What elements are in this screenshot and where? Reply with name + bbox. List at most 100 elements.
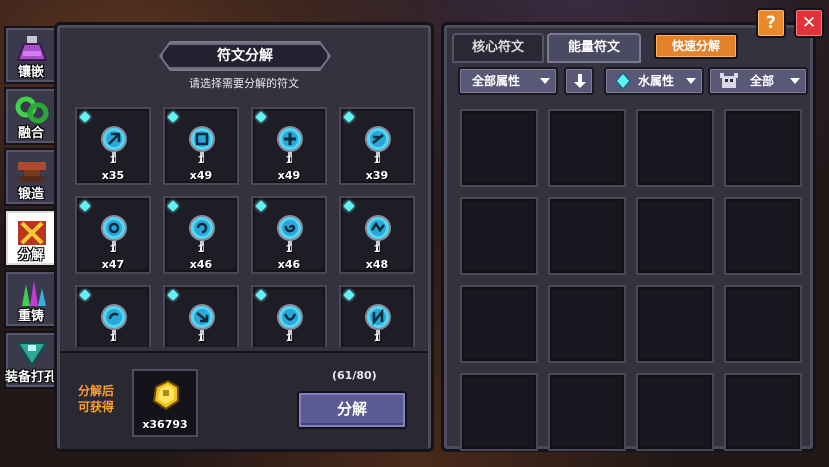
rune-slot[interactable]: 1 x48: [339, 196, 415, 274]
rune-qty: x49: [277, 169, 301, 182]
rune-level: 1: [197, 244, 205, 255]
nav-label: 重铸: [17, 309, 44, 324]
yield-label: 分解后 可获得: [74, 383, 118, 415]
nav-item-socket[interactable]: 装备打孔: [4, 331, 58, 389]
water-gem-icon: [79, 111, 91, 123]
selection-count: (61/80): [332, 369, 377, 382]
inventory-slot[interactable]: [636, 285, 714, 363]
inventory-slot[interactable]: [636, 109, 714, 187]
rune-qty: x47: [101, 258, 125, 271]
rune-slot[interactable]: 1: [163, 285, 239, 347]
rune-slot[interactable]: 1 x46: [251, 196, 327, 274]
rune-qty: x48: [365, 258, 389, 271]
nav-item-inlay[interactable]: 镶嵌: [4, 26, 58, 84]
tab-energy-runes[interactable]: 能量符文: [547, 33, 641, 63]
sort-button[interactable]: [564, 67, 594, 95]
inventory-slot[interactable]: [548, 109, 626, 187]
water-gem-icon: [255, 111, 267, 123]
rune-level: 1: [285, 155, 293, 166]
inventory-slot[interactable]: [460, 197, 538, 275]
inventory-slot[interactable]: [724, 197, 802, 275]
rune-qty: x39: [365, 169, 389, 182]
rune-slot[interactable]: 1 x47: [75, 196, 151, 274]
water-gem-icon: [79, 200, 91, 212]
fusion-rings-icon: [15, 96, 49, 124]
rune-level: 1: [197, 333, 205, 344]
drill-icon: [16, 342, 48, 367]
yield-item-slot[interactable]: x36793: [132, 369, 198, 437]
nav-label: 分解: [17, 248, 44, 263]
nav-label: 装备打孔: [4, 370, 57, 385]
water-gem-icon: [343, 200, 355, 212]
decompose-panel: 符文分解 请选择需要分解的符文 1 x35 1 x49 1 x49 1 x39 1 x47 1 x46…: [54, 22, 434, 452]
rune-qty: x46: [189, 258, 213, 271]
nav-item-decompose[interactable]: 分解: [4, 209, 58, 267]
recast-crystals-icon: [22, 280, 46, 306]
chevron-down-icon: [686, 78, 696, 84]
rune-grid[interactable]: 1 x35 1 x49 1 x49 1 x39 1 x47 1 x46 1 x46 1 x48 1 1 1 1: [65, 97, 425, 347]
attribute-filter-dropdown[interactable]: 全部属性: [458, 67, 558, 95]
close-button[interactable]: ✕: [794, 8, 824, 38]
inventory-slot[interactable]: [636, 373, 714, 451]
rune-slot[interactable]: 1 x49: [163, 107, 239, 185]
nav-label: 锻造: [17, 187, 44, 202]
help-button[interactable]: ?: [756, 8, 786, 38]
nav-item-forge[interactable]: 锻造: [4, 148, 58, 206]
water-gem-icon: [615, 72, 631, 90]
page-title: 符文分解: [161, 43, 329, 69]
rune-level: 1: [197, 155, 205, 166]
gold-crystal-icon: [152, 379, 179, 411]
attribute-filter-value: 全部属性: [472, 74, 521, 88]
yield-bar: 分解后 可获得 x36793 (61/80) 分解: [60, 351, 428, 449]
rune-qty: x49: [189, 169, 213, 182]
yield-label-line1: 分解后: [77, 384, 114, 398]
inventory-slot[interactable]: [460, 285, 538, 363]
rune-slot[interactable]: 1 x35: [75, 107, 151, 185]
rune-level: 1: [373, 244, 381, 255]
rune-level: 1: [285, 244, 293, 255]
water-gem-icon: [167, 111, 179, 123]
rune-level: 1: [109, 155, 117, 166]
rune-slot[interactable]: 1: [339, 285, 415, 347]
inventory-slot[interactable]: [636, 197, 714, 275]
water-gem-icon: [343, 289, 355, 301]
arrow-down-icon: [574, 74, 586, 88]
yield-label-line2: 可获得: [77, 400, 114, 414]
quick-decompose-button[interactable]: 快速分解: [654, 33, 738, 59]
nav-label: 镶嵌: [17, 65, 44, 80]
rune-inventory-panel: 核心符文 能量符文 快速分解 全部属性 水属性 全部: [441, 22, 816, 452]
water-gem-icon: [255, 200, 267, 212]
nav-item-recast[interactable]: 重铸: [4, 270, 58, 328]
rune-qty: x46: [277, 258, 301, 271]
inventory-slot[interactable]: [724, 285, 802, 363]
inventory-slot[interactable]: [548, 197, 626, 275]
flask-icon: [16, 36, 48, 61]
element-filter-dropdown[interactable]: 水属性: [604, 67, 704, 95]
rune-level: 1: [109, 333, 117, 344]
rune-level: 1: [373, 333, 381, 344]
rune-slot[interactable]: 1 x46: [163, 196, 239, 274]
water-gem-icon: [79, 289, 91, 301]
tab-core-runes[interactable]: 核心符文: [452, 33, 544, 63]
nav-label: 融合: [17, 126, 44, 141]
rune-level: 1: [109, 244, 117, 255]
rune-slot[interactable]: 1 x39: [339, 107, 415, 185]
water-gem-icon: [255, 289, 267, 301]
inventory-slot[interactable]: [724, 109, 802, 187]
rune-slot[interactable]: 1: [75, 285, 151, 347]
rune-level: 1: [373, 155, 381, 166]
water-gem-icon: [167, 200, 179, 212]
inventory-slot[interactable]: [548, 373, 626, 451]
decompose-button[interactable]: 分解: [297, 391, 407, 429]
type-filter-dropdown[interactable]: 全部: [708, 67, 808, 95]
rune-slot[interactable]: 1: [251, 285, 327, 347]
rune-qty: x35: [101, 169, 125, 182]
inventory-slot[interactable]: [548, 285, 626, 363]
rune-slot[interactable]: 1 x49: [251, 107, 327, 185]
water-gem-icon: [167, 289, 179, 301]
inventory-slot[interactable]: [724, 373, 802, 451]
type-filter-value: 全部: [750, 74, 775, 88]
inventory-slot[interactable]: [460, 373, 538, 451]
nav-item-fusion[interactable]: 融合: [4, 87, 58, 145]
inventory-slot[interactable]: [460, 109, 538, 187]
